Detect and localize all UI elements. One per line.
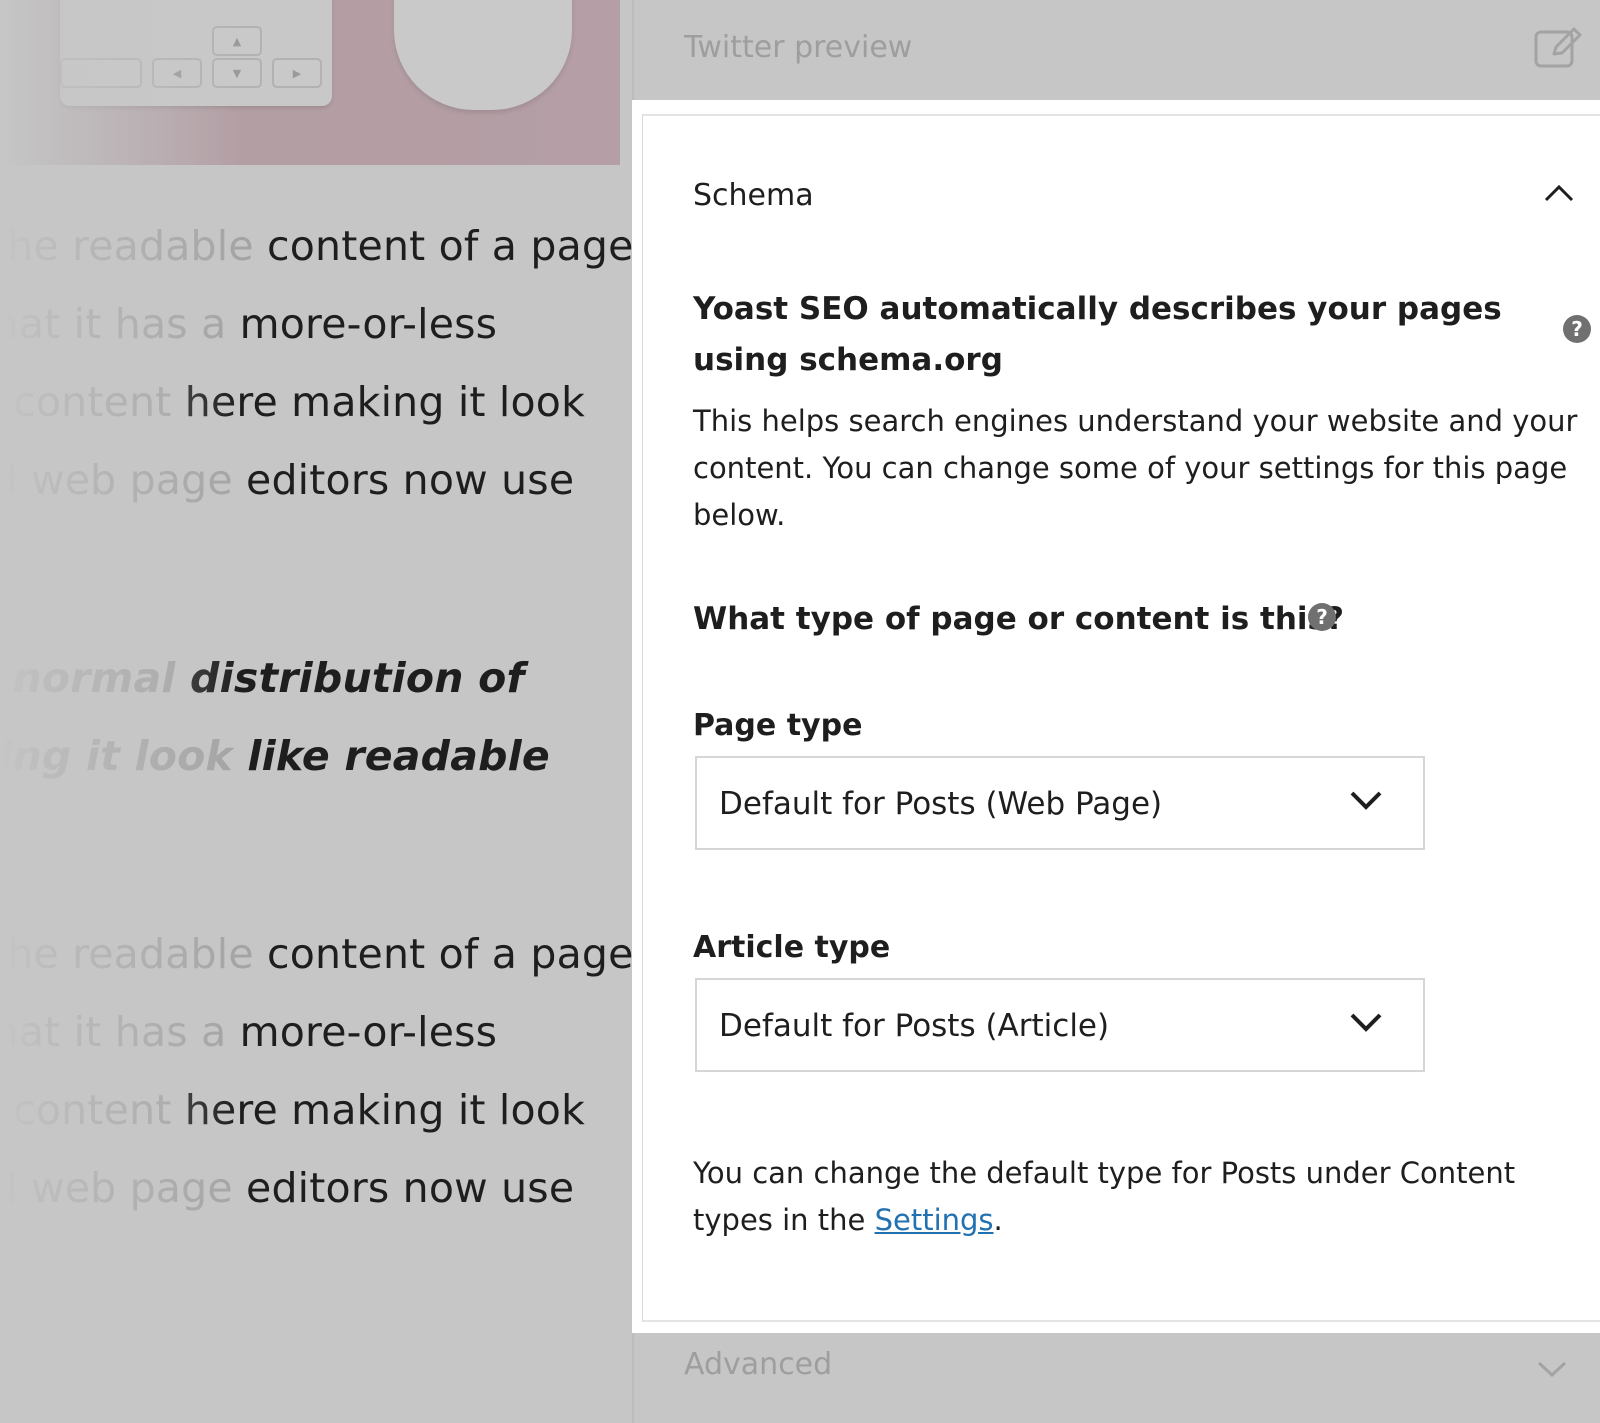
editor-text-line: is that it has a more-or-less xyxy=(0,1008,498,1056)
editor-text-line: of content here making it look xyxy=(0,378,586,426)
settings-link[interactable]: Settings xyxy=(875,1203,994,1237)
editor-text-line: a normal distribution of xyxy=(0,654,525,702)
key-left: ◀ xyxy=(152,58,202,88)
content-type-question: What type of page or content is this? xyxy=(693,601,1344,637)
article-type-value: Default for Posts (Article) xyxy=(719,1008,1110,1044)
page-type-select[interactable]: Default for Posts (Web Page) xyxy=(695,756,1425,850)
chevron-up-icon[interactable] xyxy=(1543,182,1575,204)
help-icon[interactable]: ? xyxy=(1307,602,1337,632)
schema-section-title[interactable]: Schema xyxy=(693,178,814,213)
editor-text-line: is that it has a more-or-less xyxy=(0,300,498,348)
schema-heading: Yoast SEO automatically describes your p… xyxy=(693,291,1502,378)
key-blank xyxy=(60,58,142,88)
featured-image: ◀ ▲ ▼ ▶ xyxy=(0,0,620,165)
svg-text:?: ? xyxy=(1571,317,1583,341)
key-up: ▲ xyxy=(212,26,262,56)
editor-canvas: ◀ ▲ ▼ ▶ The readable content of a page i… xyxy=(0,0,632,1423)
chevron-down-icon xyxy=(1350,1013,1382,1032)
schema-panel: Schema Yoast SEO automatically describes… xyxy=(632,100,1600,1333)
help-icon[interactable]: ? xyxy=(1562,314,1592,344)
editor-text-line: The readable content of a page xyxy=(0,222,632,270)
editor-text-line: and web page editors now use xyxy=(0,1164,575,1212)
edit-icon[interactable] xyxy=(1534,26,1584,70)
chevron-down-icon xyxy=(1350,791,1382,810)
svg-text:?: ? xyxy=(1316,605,1328,629)
schema-description: This helps search engines understand you… xyxy=(693,404,1578,532)
page-type-value: Default for Posts (Web Page) xyxy=(719,786,1163,822)
key-right: ▶ xyxy=(272,58,322,88)
keyboard-image: ◀ ▲ ▼ ▶ xyxy=(60,0,332,106)
twitter-preview-section[interactable]: Twitter preview xyxy=(632,0,1600,100)
article-type-label: Article type xyxy=(693,930,891,965)
editor-text-line: of content here making it look xyxy=(0,1086,586,1134)
advanced-title: Advanced xyxy=(684,1347,833,1382)
twitter-preview-title: Twitter preview xyxy=(684,30,913,65)
schema-panel-frame: Schema Yoast SEO automatically describes… xyxy=(642,114,1600,1322)
page-type-label: Page type xyxy=(693,708,863,743)
mouse-image xyxy=(394,0,572,110)
article-type-select[interactable]: Default for Posts (Article) xyxy=(695,978,1425,1072)
chevron-down-icon[interactable] xyxy=(1536,1359,1568,1379)
key-down: ▼ xyxy=(212,58,262,88)
editor-text-line: and web page editors now use xyxy=(0,456,575,504)
settings-note: You can change the default type for Post… xyxy=(693,1156,1516,1237)
editor-text-line: The readable content of a page xyxy=(0,930,632,978)
editor-text-line: making it look like readable xyxy=(0,732,550,780)
advanced-section[interactable]: Advanced xyxy=(632,1333,1600,1423)
